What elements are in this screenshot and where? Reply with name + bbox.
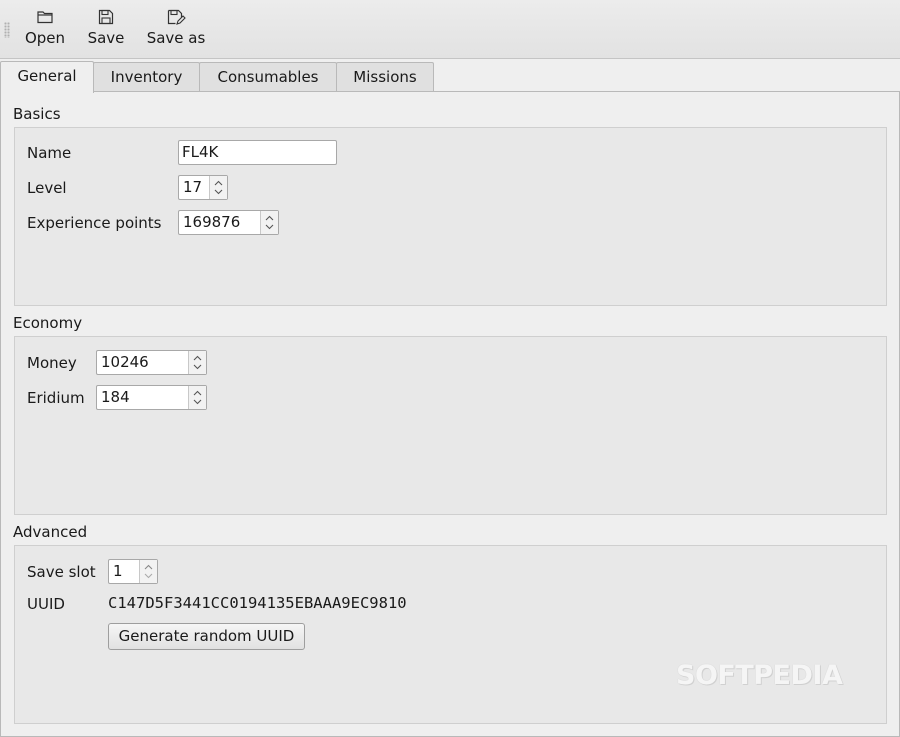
folder-icon [37,11,53,24]
chevron-down-icon [214,189,223,195]
toolbar: Open Save Save as [0,0,900,59]
chevron-down-icon [193,364,202,370]
toolbar-grip-handle[interactable] [4,22,10,38]
economy-group-title: Economy [13,314,83,332]
eridium-spinbox[interactable]: 184 [96,385,207,410]
tab-inventory[interactable]: Inventory [93,62,200,92]
chevron-up-icon [214,180,223,186]
eridium-spin-arrows[interactable] [188,386,206,409]
softpedia-watermark: SOFTPEDIA [676,660,843,691]
chevron-up-icon [193,390,202,396]
level-spin-arrows[interactable] [209,176,227,199]
name-field[interactable]: FL4K [178,140,337,165]
tab-general[interactable]: General [0,61,94,93]
basics-group-title: Basics [13,105,61,123]
eridium-label: Eridium [27,389,85,407]
name-label: Name [27,144,72,162]
floppy-pencil-icon [167,9,186,25]
uuid-value: C147D5F3441CC0194135EBAAA9EC9810 [108,594,407,612]
experience-points-value: 169876 [183,213,241,231]
money-label: Money [27,354,77,372]
eridium-value: 184 [101,388,130,406]
save-slot-label: Save slot [27,563,96,581]
tab-missions[interactable]: Missions [336,62,434,92]
experience-points-label: Experience points [27,214,162,232]
chevron-down-icon [144,573,153,579]
save-label: Save [87,29,125,47]
tab-bar: General Inventory Consumables Missions [0,61,900,93]
chevron-up-icon [193,355,202,361]
experience-points-spinbox[interactable]: 169876 [178,210,279,235]
level-label: Level [27,179,67,197]
tab-consumables[interactable]: Consumables [199,62,337,92]
open-button[interactable]: Open [21,6,69,54]
level-spinbox[interactable]: 17 [178,175,228,200]
money-spin-arrows[interactable] [188,351,206,374]
save-button[interactable]: Save [84,6,128,54]
floppy-icon [98,9,114,25]
advanced-group-title: Advanced [13,523,88,541]
chevron-down-icon [193,399,202,405]
open-label: Open [24,29,66,47]
save-as-button[interactable]: Save as [143,6,209,54]
save-slot-spin-arrows[interactable] [139,560,157,583]
money-spinbox[interactable]: 10246 [96,350,207,375]
level-value: 17 [183,178,203,196]
generate-random-uuid-button[interactable]: Generate random UUID [108,623,305,650]
uuid-label: UUID [27,595,65,613]
experience-spin-arrows[interactable] [260,211,278,234]
save-slot-spinbox[interactable]: 1 [108,559,158,584]
save-slot-value: 1 [113,562,123,580]
save-as-label: Save as [146,29,206,47]
money-value: 10246 [101,353,149,371]
chevron-up-icon [265,215,274,221]
chevron-down-icon [265,224,274,230]
chevron-up-icon [144,564,153,570]
